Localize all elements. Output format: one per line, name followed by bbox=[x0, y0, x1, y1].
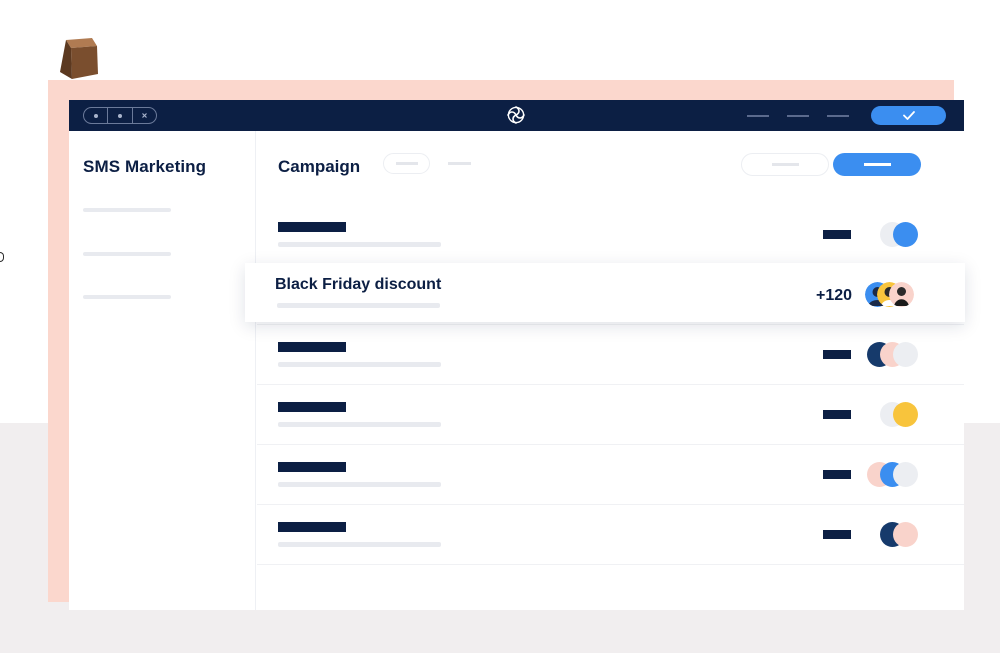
recipient-count: +120 bbox=[816, 287, 853, 304]
row-count-placeholder bbox=[823, 530, 851, 539]
sidebar-item-2[interactable] bbox=[83, 252, 171, 256]
secondary-button-placeholder bbox=[771, 163, 799, 166]
secondary-button[interactable] bbox=[741, 153, 829, 176]
window-control-close[interactable] bbox=[84, 108, 109, 123]
row-name-placeholder bbox=[278, 462, 346, 472]
row-count-placeholder bbox=[823, 470, 851, 479]
table-row[interactable] bbox=[257, 385, 964, 445]
row-name-placeholder bbox=[278, 522, 346, 532]
sidebar-item-1[interactable] bbox=[83, 208, 171, 212]
avatar bbox=[893, 462, 918, 487]
row-name-placeholder bbox=[278, 222, 346, 232]
row-subtitle-placeholder bbox=[277, 303, 440, 308]
app-window: SMS Marketing Campaign bbox=[69, 100, 964, 610]
sidebar-title: SMS Marketing bbox=[83, 157, 207, 176]
avatar bbox=[893, 342, 918, 367]
row-subtitle-placeholder bbox=[278, 542, 441, 547]
toggle-switch[interactable] bbox=[880, 222, 920, 248]
dot-icon bbox=[117, 113, 122, 118]
primary-button[interactable] bbox=[833, 153, 921, 176]
row-count-placeholder bbox=[823, 350, 851, 359]
title-bar bbox=[69, 100, 964, 131]
toggle-knob bbox=[893, 222, 918, 247]
avatar-group bbox=[865, 282, 925, 307]
table-row[interactable] bbox=[257, 505, 964, 565]
window-controls[interactable] bbox=[83, 107, 157, 124]
campaign-name: Black Friday discount bbox=[275, 276, 442, 293]
sidebar: SMS Marketing bbox=[69, 131, 256, 610]
window-control-minimize[interactable] bbox=[108, 108, 133, 123]
avatar-group bbox=[867, 342, 922, 368]
avatar bbox=[889, 282, 914, 307]
filter-pill-placeholder bbox=[395, 162, 418, 165]
table-row[interactable] bbox=[257, 205, 964, 265]
row-subtitle-placeholder bbox=[278, 242, 441, 247]
sendinblue-swirl-icon bbox=[507, 106, 525, 124]
row-count-placeholder bbox=[823, 410, 851, 419]
row-subtitle-placeholder bbox=[278, 422, 441, 427]
x-icon bbox=[141, 113, 147, 118]
table-row[interactable] bbox=[257, 325, 964, 385]
wooden-cube-decoration bbox=[60, 38, 98, 79]
confirm-button[interactable] bbox=[871, 106, 946, 125]
row-subtitle-placeholder bbox=[278, 362, 441, 367]
tab-placeholder[interactable] bbox=[448, 162, 471, 165]
primary-button-placeholder bbox=[863, 163, 891, 166]
toggle-knob bbox=[893, 402, 918, 427]
table-row[interactable] bbox=[257, 445, 964, 505]
decorative-dot bbox=[0, 252, 4, 262]
page-title: Campaign bbox=[278, 157, 361, 176]
row-name-placeholder bbox=[278, 342, 346, 352]
check-icon bbox=[902, 111, 915, 120]
nav-item-3[interactable] bbox=[827, 115, 849, 117]
window-control-maximize[interactable] bbox=[133, 108, 156, 123]
avatar-group bbox=[867, 462, 922, 488]
nav-item-1[interactable] bbox=[747, 115, 769, 117]
sidebar-item-3[interactable] bbox=[83, 295, 171, 299]
avatar-group bbox=[880, 522, 920, 548]
row-subtitle-placeholder bbox=[278, 482, 441, 487]
filter-pill[interactable] bbox=[383, 153, 430, 174]
row-name-placeholder bbox=[278, 402, 346, 412]
nav-item-2[interactable] bbox=[787, 115, 809, 117]
highlighted-campaign-row[interactable]: Black Friday discount +120 bbox=[245, 263, 965, 322]
row-count-placeholder bbox=[823, 230, 851, 239]
toggle-switch[interactable] bbox=[880, 402, 920, 428]
avatar bbox=[893, 522, 918, 547]
dot-icon bbox=[93, 113, 98, 118]
